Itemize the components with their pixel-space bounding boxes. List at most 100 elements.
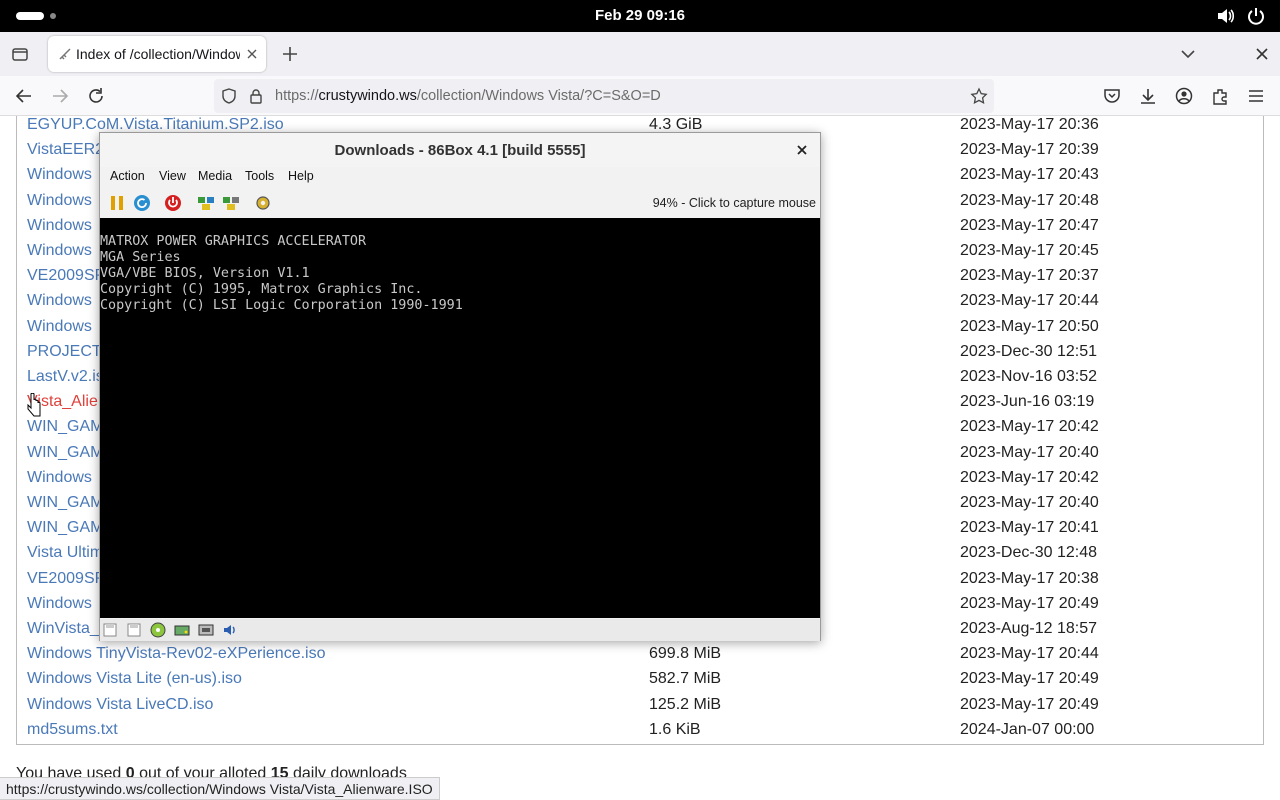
floppy-2-icon[interactable] — [126, 622, 142, 638]
bookmark-star-icon[interactable] — [970, 87, 988, 105]
table-row: md5sums.txt 1.6 KiB 2024-Jan-07 00:00 — [16, 721, 1264, 746]
menu-action[interactable]: Action — [110, 169, 145, 183]
file-link[interactable]: Windows — [27, 292, 92, 310]
table-row: Windows Vista Lite (en-us).iso 582.7 MiB 2… — [16, 670, 1264, 695]
window-close-icon[interactable] — [1252, 44, 1272, 64]
ctrl-alt-esc-icon[interactable] — [222, 194, 240, 212]
file-date: 2023-May-17 20:38 — [960, 569, 1099, 587]
bios-line: MATROX POWER GRAPHICS ACCELERATOR — [100, 234, 367, 249]
forward-icon[interactable] — [50, 86, 70, 106]
file-date: 2023-May-17 20:49 — [960, 594, 1099, 612]
navigation-bar: https://crustywindo.ws/collection/Window… — [0, 76, 1280, 116]
cdrom-icon[interactable] — [150, 622, 166, 638]
file-link[interactable]: Windows — [27, 192, 92, 210]
list-all-tabs-icon[interactable] — [1178, 44, 1198, 64]
file-date: 2023-May-17 20:48 — [960, 191, 1099, 209]
floppy-1-icon[interactable] — [102, 622, 118, 638]
link-status-bar: https://crustywindo.ws/collection/Window… — [0, 777, 440, 800]
system-clock[interactable]: Feb 29 09:16 — [0, 7, 1280, 24]
vm-status-bar — [100, 619, 820, 641]
ctrl-alt-del-icon[interactable] — [197, 194, 215, 212]
file-link[interactable]: Windows Vista Lite (en-us).iso — [27, 670, 242, 688]
file-link[interactable]: Windows Vista LiveCD.iso — [27, 696, 213, 714]
file-link[interactable]: Windows — [27, 469, 92, 487]
file-link[interactable]: WIN_GAM — [27, 519, 103, 537]
file-date: 2023-Dec-30 12:51 — [960, 342, 1097, 360]
back-icon[interactable] — [14, 86, 34, 106]
file-link[interactable]: md5sums.txt — [27, 721, 118, 739]
file-link[interactable]: LastV.v2.is — [27, 368, 104, 386]
tracking-protection-icon[interactable] — [220, 87, 238, 105]
file-link[interactable]: Windows — [27, 242, 92, 260]
menu-help[interactable]: Help — [288, 169, 314, 183]
reset-icon[interactable] — [133, 194, 151, 212]
power-off-icon[interactable] — [164, 194, 182, 212]
86box-window[interactable]: Downloads - 86Box 4.1 [build 5555] Actio… — [99, 132, 821, 641]
file-link[interactable]: Windows TinyVista-Rev02-eXPerience.iso — [27, 645, 326, 663]
file-date: 2024-Jan-07 00:00 — [960, 720, 1095, 738]
tab-active[interactable]: Index of /collection/Windows Vista — [48, 36, 266, 72]
file-date: 2023-Aug-12 18:57 — [960, 620, 1097, 637]
file-date: 2023-May-17 20:50 — [960, 317, 1099, 335]
file-date: 2023-May-17 20:40 — [960, 494, 1099, 511]
lock-icon[interactable] — [247, 87, 265, 105]
file-size: 1.6 KiB — [649, 720, 701, 738]
firefox-view-icon[interactable] — [10, 44, 30, 64]
bios-line: VGA/VBE BIOS, Version V1.1 — [100, 266, 310, 281]
bios-line: Copyright (C) LSI Logic Corporation 1990… — [100, 298, 463, 313]
menu-tools[interactable]: Tools — [245, 169, 274, 183]
file-size: 125.2 MiB — [649, 695, 722, 713]
reload-icon[interactable] — [86, 86, 106, 106]
file-link[interactable]: VE2009SP — [27, 570, 105, 588]
system-top-bar: Feb 29 09:16 — [0, 0, 1280, 32]
tab-strip: Index of /collection/Windows Vista — [0, 32, 1280, 76]
tab-close-icon[interactable] — [244, 46, 260, 62]
bios-line: Copyright (C) 1995, Matrox Graphics Inc. — [100, 282, 423, 297]
file-date: 2023-Dec-30 12:48 — [960, 544, 1097, 562]
file-date: 2023-May-17 20:49 — [960, 695, 1099, 713]
account-icon[interactable] — [1174, 86, 1194, 106]
menu-media[interactable]: Media — [198, 169, 232, 183]
url-text: https://crustywindo.ws/collection/Window… — [275, 88, 661, 104]
table-row: Windows Vista LiveCD.iso 125.2 MiB 2023-Ma… — [16, 696, 1264, 721]
capture-mouse-text: 94% - Click to capture mouse — [652, 196, 816, 210]
pause-icon[interactable] — [108, 194, 126, 212]
extensions-icon[interactable] — [1210, 86, 1230, 106]
file-link[interactable]: Windows — [27, 595, 92, 613]
file-link[interactable]: Windows — [27, 217, 92, 235]
mouse-cursor-icon — [27, 393, 41, 417]
new-tab-icon[interactable] — [280, 44, 300, 64]
file-size: 582.7 MiB — [649, 670, 722, 688]
file-date: 2023-Nov-16 03:52 — [960, 368, 1097, 385]
menu-view[interactable]: View — [159, 169, 186, 183]
file-date: 2023-May-17 20:44 — [960, 292, 1099, 310]
downloads-icon[interactable] — [1138, 86, 1158, 106]
file-link[interactable]: WIN_GAM — [27, 444, 103, 462]
table-row: Windows TinyVista-Rev02-eXPerience.iso 69… — [16, 645, 1264, 670]
file-date: 2023-May-17 20:49 — [960, 670, 1099, 688]
url-bar[interactable]: https://crustywindo.ws/collection/Window… — [214, 79, 994, 113]
file-link[interactable]: WinVista_ — [27, 620, 99, 638]
vm-close-icon[interactable] — [794, 142, 810, 158]
file-link[interactable]: WIN_GAM — [27, 418, 103, 436]
file-link[interactable]: Windows — [27, 166, 92, 184]
hard-disk-icon[interactable] — [174, 622, 190, 638]
file-link[interactable]: VistaEER2 — [27, 141, 104, 159]
settings-icon[interactable] — [254, 194, 272, 212]
file-link[interactable]: VE2009SP — [27, 267, 105, 285]
vm-display[interactable]: MATROX POWER GRAPHICS ACCELERATOR MGA Ser… — [100, 218, 820, 618]
file-link[interactable]: Vista Ultim — [27, 544, 103, 562]
pocket-icon[interactable] — [1102, 86, 1122, 106]
file-date: 2023-May-17 20:42 — [960, 468, 1099, 486]
network-icon[interactable] — [198, 622, 214, 638]
page-favicon-icon — [59, 48, 71, 60]
file-date: 2023-May-17 20:45 — [960, 242, 1099, 259]
power-icon[interactable] — [1246, 6, 1266, 26]
file-date: 2023-Jun-16 03:19 — [960, 393, 1095, 411]
vm-window-title[interactable]: Downloads - 86Box 4.1 [build 5555] — [100, 133, 820, 167]
menu-icon[interactable] — [1246, 86, 1266, 106]
file-link[interactable]: WIN_GAM — [27, 494, 103, 512]
sound-icon[interactable] — [222, 622, 238, 638]
file-link[interactable]: Windows — [27, 318, 92, 336]
volume-icon[interactable] — [1216, 6, 1236, 26]
